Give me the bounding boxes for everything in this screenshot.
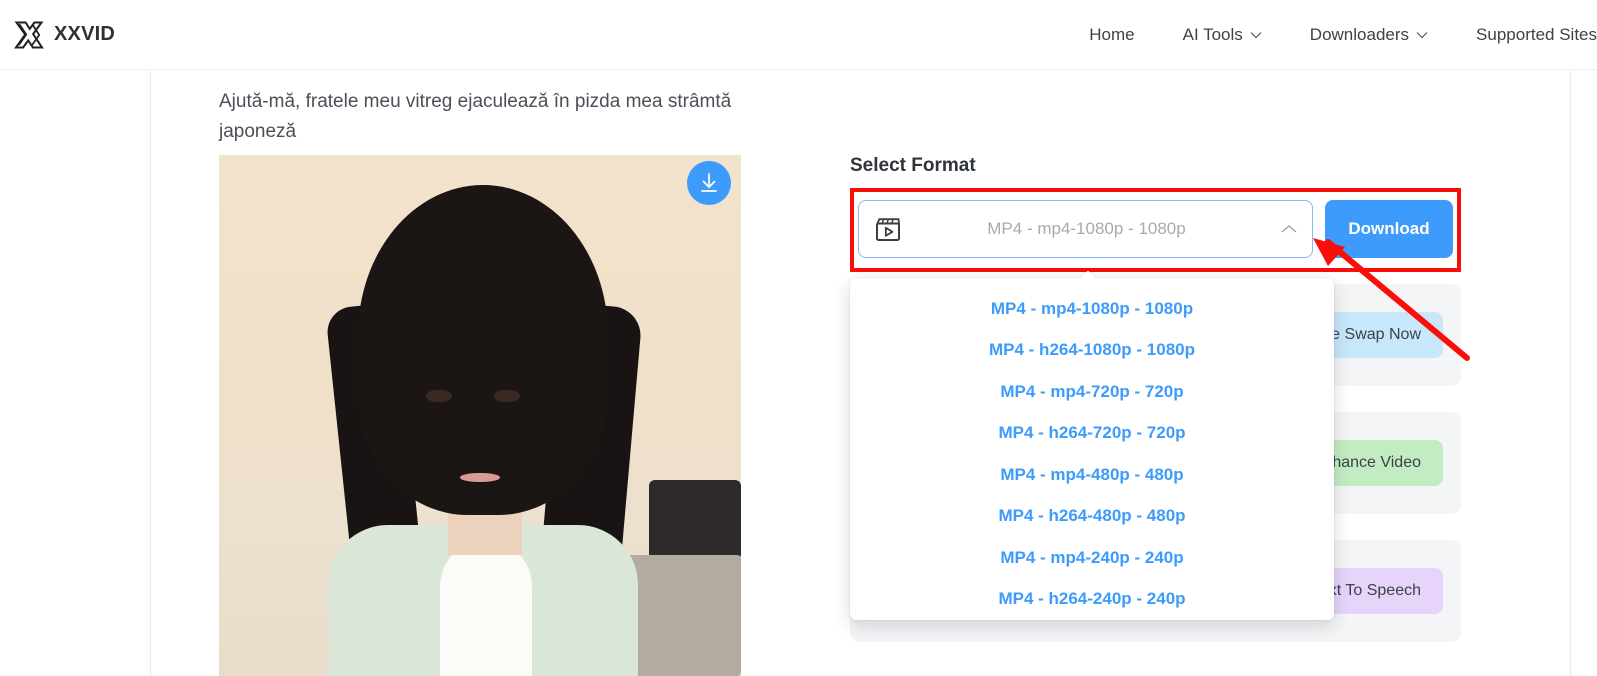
site-header: XXVID Home AI Tools Downloaders Supporte…	[0, 0, 1597, 70]
right-rail	[1570, 71, 1597, 676]
nav-item-home[interactable]: Home	[1065, 25, 1158, 45]
dropdown-caret-icon	[1080, 271, 1096, 279]
format-dropdown-menu: MP4 - mp4-1080p - 1080p MP4 - h264-1080p…	[850, 278, 1334, 620]
red-pointer-arrow	[1313, 238, 1470, 361]
thumbnail-prop-dark	[649, 480, 741, 560]
select-format-label: Select Format	[850, 155, 976, 176]
chevron-down-icon	[1250, 31, 1262, 39]
format-option[interactable]: MP4 - mp4-240p - 240p	[850, 537, 1334, 579]
chevron-down-icon	[1416, 31, 1428, 39]
nav-label: Home	[1089, 24, 1135, 44]
clapperboard-icon	[873, 214, 903, 244]
format-option[interactable]: MP4 - mp4-720p - 720p	[850, 371, 1334, 413]
format-option[interactable]: MP4 - mp4-480p - 480p	[850, 454, 1334, 496]
chevron-up-icon[interactable]	[1280, 223, 1298, 235]
video-thumbnail[interactable]	[219, 155, 741, 676]
nav-label: Downloaders	[1309, 24, 1410, 44]
nav-item-downloaders[interactable]: Downloaders	[1286, 25, 1452, 45]
format-option[interactable]: MP4 - h264-1080p - 1080p	[850, 330, 1334, 372]
format-option[interactable]: MP4 - h264-240p - 240p	[850, 579, 1334, 621]
brand[interactable]: XXVID	[14, 20, 115, 50]
nav-label: AI Tools	[1182, 24, 1243, 44]
x-logo-icon	[14, 20, 44, 50]
thumbnail-subject	[300, 185, 660, 676]
nav-label: Supported Sites	[1476, 24, 1597, 44]
nav-item-supported-sites[interactable]: Supported Sites	[1452, 25, 1597, 45]
left-rail	[0, 71, 151, 676]
main-content: Ajută-mă, fratele meu vitreg ejaculează …	[152, 71, 1570, 676]
download-circle-icon[interactable]	[687, 161, 731, 205]
format-select[interactable]: MP4 - mp4-1080p - 1080p	[858, 200, 1313, 258]
format-select-value: MP4 - mp4-1080p - 1080p	[987, 219, 1186, 238]
format-option[interactable]: MP4 - h264-480p - 480p	[850, 496, 1334, 538]
main-nav: Home AI Tools Downloaders Supported Site…	[1065, 25, 1597, 45]
video-title: Ajută-mă, fratele meu vitreg ejaculează …	[219, 91, 732, 142]
page-root: XXVID Home AI Tools Downloaders Supporte…	[0, 0, 1597, 676]
nav-item-ai-tools[interactable]: AI Tools	[1159, 25, 1286, 45]
format-option[interactable]: MP4 - mp4-1080p - 1080p	[850, 288, 1334, 330]
format-option[interactable]: MP4 - h264-720p - 720p	[850, 413, 1334, 455]
brand-name: XXVID	[54, 23, 116, 45]
